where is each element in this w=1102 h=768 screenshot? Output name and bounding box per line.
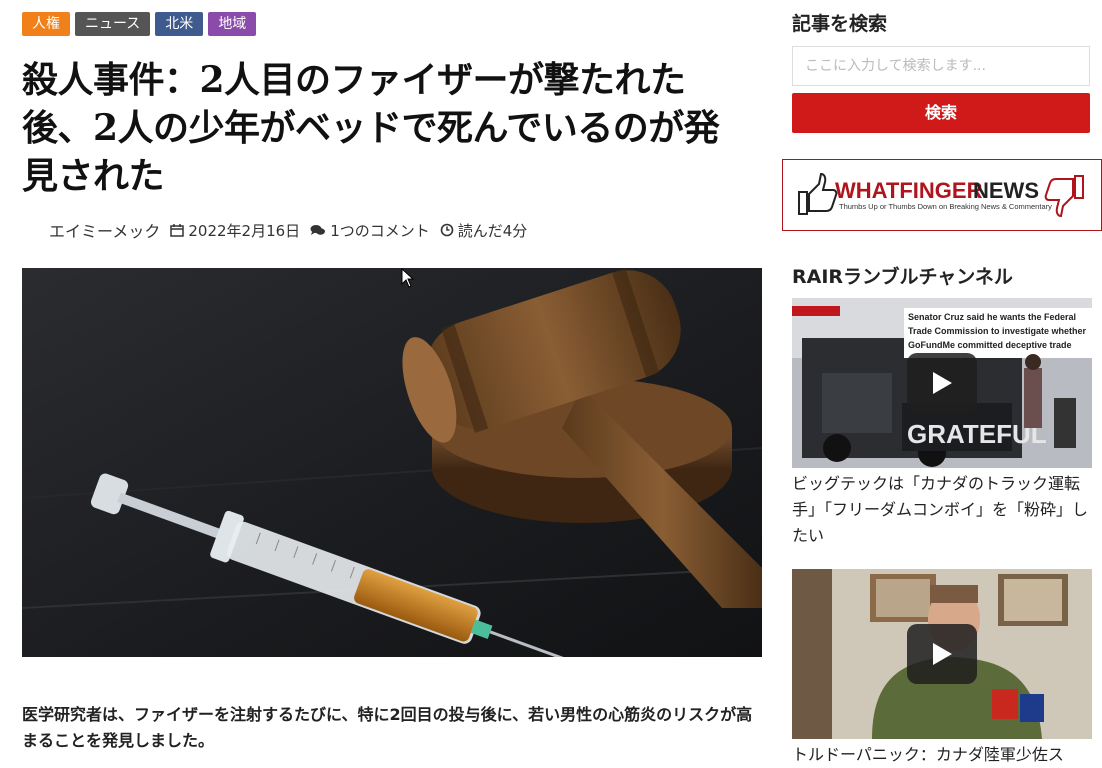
svg-text:Senator Cruz said he wants the: Senator Cruz said he wants the Federal: [908, 312, 1076, 322]
category-tag-north-america[interactable]: 北米: [155, 12, 204, 36]
search-widget-title: 記事を検索: [792, 13, 888, 35]
category-tag-news[interactable]: ニュース: [75, 12, 151, 36]
rumble-channel-title: RAIRランブルチャンネル: [792, 266, 1013, 288]
search-input[interactable]: ここに入力して検索します...: [792, 46, 1090, 86]
video-thumbnail-1[interactable]: GRATEFUL Senator Cruz said he wants the …: [792, 298, 1092, 468]
article-main: 人権 ニュース 北米 地域 殺人事件：2人目のファイザーが撃たれた後、2人の少年…: [22, 12, 762, 750]
article-lead: 医学研究者は、ファイザーを注射するたびに、特に2回目の投与後に、若い男性の心筋炎…: [22, 705, 753, 750]
read-time-item: 読んだ4分: [440, 220, 528, 241]
article-title: 殺人事件：2人目のファイザーが撃たれた後、2人の少年がベッドで死んでいるのが発見…: [22, 59, 720, 197]
whatfinger-news-ad[interactable]: WHATFINGER NEWS Thumbs Up or Thumbs Down…: [782, 159, 1102, 231]
thumbs-up-icon: [798, 172, 838, 215]
featured-image: [22, 268, 762, 657]
clock-icon: [440, 223, 454, 237]
svg-text:WHATFINGER: WHATFINGER: [835, 178, 983, 203]
date-item: 2022年2月16日: [170, 220, 300, 241]
search-button[interactable]: 検索: [792, 93, 1090, 133]
svg-text:GoFundMe committed deceptive t: GoFundMe committed deceptive trade: [908, 340, 1072, 350]
video-thumbnail-2[interactable]: [792, 569, 1092, 739]
comments-icon: [310, 225, 326, 235]
svg-text:Thumbs Up or Thumbs Down on Br: Thumbs Up or Thumbs Down on Breaking New…: [839, 202, 1052, 211]
video-caption-2[interactable]: トルドーパニック：カナダ陸軍少佐ス: [792, 742, 1092, 768]
mouse-cursor-icon: [401, 268, 415, 288]
author-link[interactable]: エイミーメック: [49, 218, 160, 242]
play-button-icon[interactable]: [907, 624, 977, 684]
comments-link[interactable]: 1つのコメント: [310, 220, 430, 241]
article-meta: エイミーメック 2022年2月16日 1つのコメント 読んだ4分: [22, 218, 762, 242]
video-caption-1[interactable]: ビッグテックは「カナダのトラック運転手」「フリーダムコンボイ」を「粉砕」したい: [792, 471, 1092, 549]
svg-text:Trade Commission to investigat: Trade Commission to investigate whether: [908, 326, 1087, 336]
read-time: 読んだ4分: [457, 221, 528, 240]
category-tag-region[interactable]: 地域: [208, 12, 257, 36]
svg-text:NEWS: NEWS: [973, 178, 1039, 203]
calendar-icon: [170, 224, 185, 237]
category-tag-human-rights[interactable]: 人権: [22, 12, 70, 36]
play-button-icon[interactable]: [907, 353, 977, 413]
comments-count: 1つのコメント: [330, 221, 430, 240]
category-tags: 人権 ニュース 北米 地域: [22, 12, 762, 36]
article-date: 2022年2月16日: [188, 221, 301, 240]
